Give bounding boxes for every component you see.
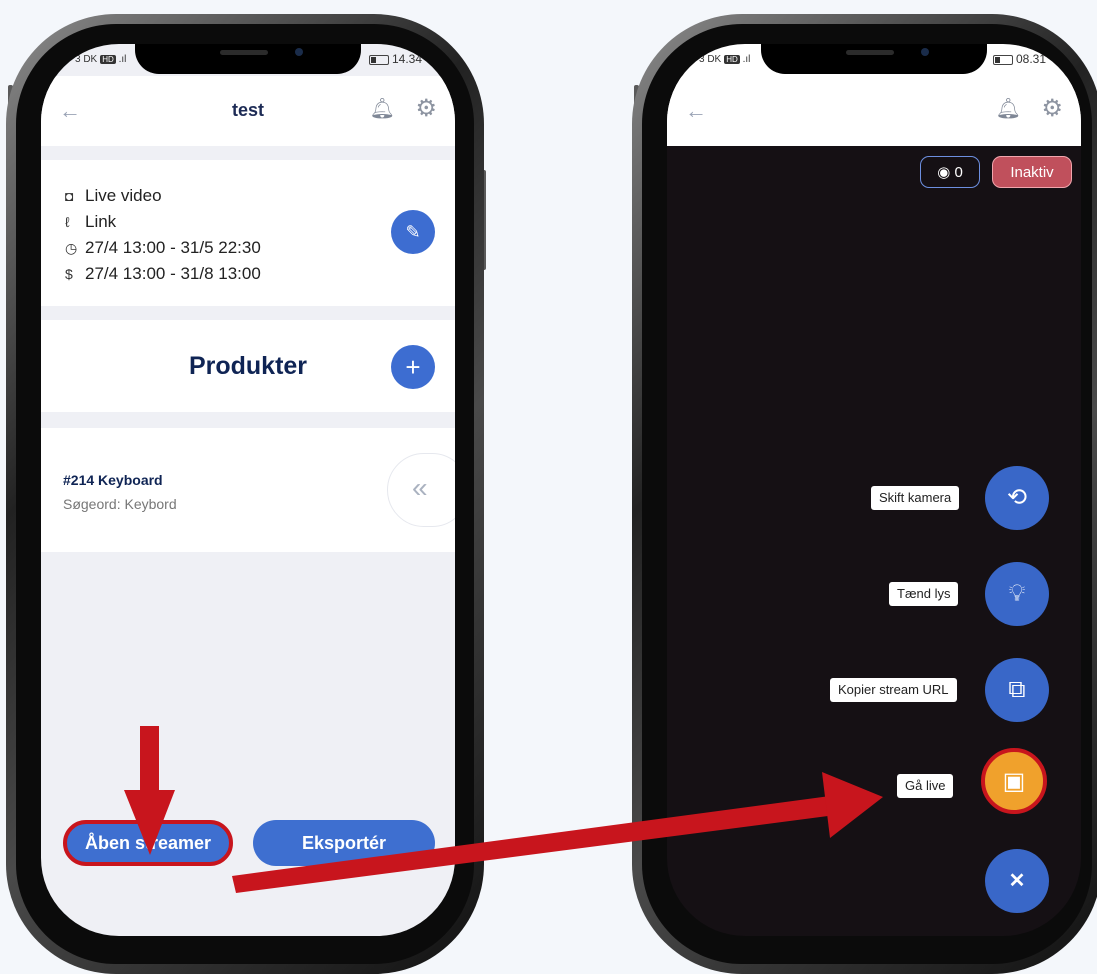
down-arrow-annotation: [124, 726, 175, 855]
annotation-overlay: [124, 726, 883, 893]
connector-arrow-annotation: [232, 772, 883, 893]
